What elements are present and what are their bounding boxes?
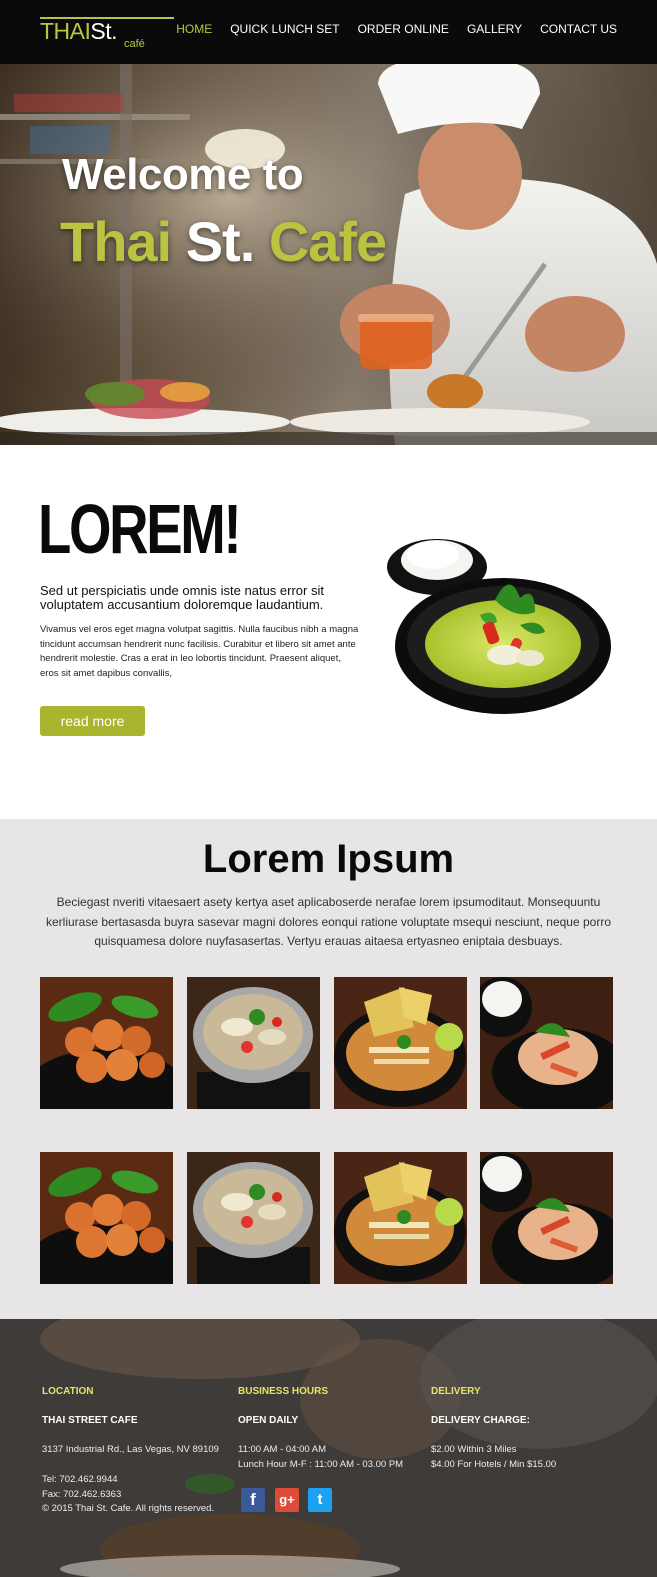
twitter-glyph: t <box>317 1491 323 1508</box>
logo-st: St. <box>90 18 118 44</box>
gallery-thumb-curry-noodles[interactable] <box>334 977 467 1109</box>
delivery-charge-label: DELIVERY CHARGE: <box>431 1415 530 1426</box>
delivery-line-2: $4.00 For Hotels / Min $15.00 <box>431 1459 557 1470</box>
fried-tofu-image-2 <box>40 1152 173 1284</box>
nav-order-online[interactable]: ORDER ONLINE <box>358 22 449 36</box>
delivery-heading: DELIVERY <box>431 1386 481 1397</box>
facebook-icon[interactable]: f <box>241 1488 265 1512</box>
delivery-line-1: $2.00 Within 3 Miles <box>431 1444 517 1455</box>
nav-quick-lunch-set[interactable]: QUICK LUNCH SET <box>230 22 339 36</box>
location-tel: Tel: 702.462.9944 <box>42 1474 118 1485</box>
hero-cafe-name: Thai St. Cafe <box>60 209 387 274</box>
gallery-thumb-seafood-soup-2[interactable] <box>187 1152 320 1284</box>
stir-fry-image <box>480 977 613 1109</box>
footer: LOCATION THAI STREET CAFE 3137 Industria… <box>0 1319 657 1577</box>
gallery-thumb-fried-tofu[interactable] <box>40 977 173 1109</box>
site-logo[interactable]: THAISt. café <box>40 14 174 54</box>
stir-fry-image-2 <box>480 1152 613 1284</box>
hero-welcome: Welcome to <box>62 150 304 199</box>
facebook-glyph: f <box>250 1490 256 1509</box>
logo-thai: THAI <box>40 18 91 44</box>
curry-noodles-image-2 <box>334 1152 467 1284</box>
intro-heading: LOREM! <box>38 490 242 568</box>
location-address: 3137 Industrial Rd., Las Vegas, NV 89109 <box>42 1444 219 1455</box>
copyright: © 2015 Thai St. Cafe. All rights reserve… <box>42 1503 215 1514</box>
footer-location-column: LOCATION THAI STREET CAFE 3137 Industria… <box>42 1386 219 1514</box>
google-plus-icon[interactable]: g+ <box>275 1488 299 1512</box>
fried-tofu-image <box>40 977 173 1109</box>
seafood-soup-image-2 <box>187 1152 320 1284</box>
nav-home[interactable]: HOME <box>176 22 212 36</box>
gallery-section: Lorem Ipsum Beciegast nveriti vitaesaert… <box>0 819 657 1319</box>
google-plus-glyph: g+ <box>279 1492 295 1507</box>
read-more-button[interactable]: read more <box>40 706 145 736</box>
footer-delivery-column: DELIVERY DELIVERY CHARGE: $2.00 Within 3… <box>431 1386 556 1470</box>
footer-hours-column: BUSINESS HOURS OPEN DAILY 11:00 AM - 04:… <box>238 1386 403 1470</box>
top-navigation: THAISt. café HOME QUICK LUNCH SET ORDER … <box>0 0 657 64</box>
green-curry-image <box>387 539 611 714</box>
gallery-description: Beciegast nveriti vitaesaert asety kerty… <box>45 895 611 948</box>
location-heading: LOCATION <box>42 1386 94 1397</box>
gallery-thumb-seafood-soup[interactable] <box>187 977 320 1109</box>
hero-word-st: St. <box>185 210 256 273</box>
hero-banner: Welcome to Thai St. Cafe <box>0 64 657 445</box>
gallery-title: Lorem Ipsum <box>202 837 455 881</box>
gallery-thumb-curry-noodles-2[interactable] <box>334 1152 467 1284</box>
intro-section: LOREM! Sed ut perspiciatis unde omnis is… <box>0 445 657 819</box>
location-fax: Fax: 702.462.6363 <box>42 1489 122 1500</box>
nav-gallery[interactable]: GALLERY <box>467 22 522 36</box>
hours-line-1: 11:00 AM - 04:00 AM <box>238 1444 327 1455</box>
hero-word-thai: Thai <box>60 210 172 273</box>
logo-wordmark: THAISt. <box>40 18 118 44</box>
curry-noodles-image <box>334 977 467 1109</box>
twitter-icon[interactable]: t <box>308 1488 332 1512</box>
hours-line-2: Lunch Hour M-F : 11:00 AM - 03.00 PM <box>238 1459 404 1470</box>
hero-word-cafe: Cafe <box>268 210 387 273</box>
intro-subheading: Sed ut perspiciatis unde omnis iste natu… <box>40 583 324 612</box>
gallery-thumb-fried-tofu-2[interactable] <box>40 1152 173 1284</box>
gallery-thumb-stir-fry-2[interactable] <box>480 1152 613 1284</box>
hours-open-daily: OPEN DAILY <box>238 1415 299 1426</box>
hours-heading: BUSINESS HOURS <box>238 1386 329 1397</box>
seafood-soup-image <box>187 977 320 1109</box>
logo-cafe: café <box>124 38 145 50</box>
location-name: THAI STREET CAFE <box>42 1415 138 1426</box>
intro-body: Vivamus vel eros eget magna volutpat sag… <box>40 624 359 679</box>
main-menu: HOME QUICK LUNCH SET ORDER ONLINE GALLER… <box>176 22 617 36</box>
gallery-thumb-stir-fry[interactable] <box>480 977 613 1109</box>
nav-contact-us[interactable]: CONTACT US <box>540 22 617 36</box>
